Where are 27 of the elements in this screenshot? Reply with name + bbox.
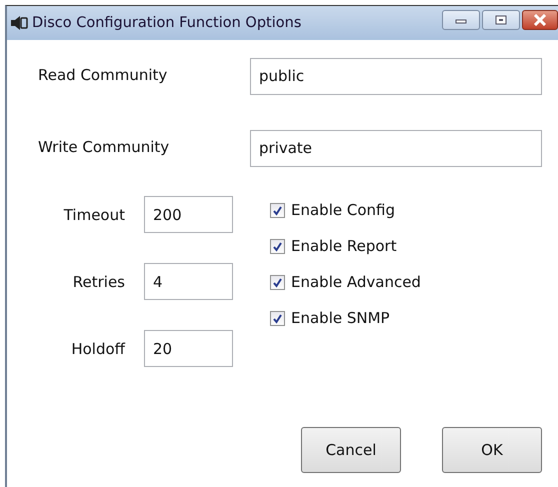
checkbox-label: Enable Advanced xyxy=(291,273,421,291)
window-title: Disco Configuration Function Options xyxy=(32,15,302,31)
input-field[interactable]: public xyxy=(250,58,542,94)
input-field[interactable]: 20 xyxy=(144,330,233,367)
input-field[interactable]: 4 xyxy=(144,263,233,300)
checkbox[interactable] xyxy=(270,274,285,290)
close-icon xyxy=(533,14,547,26)
field-label: Retries xyxy=(72,272,125,290)
dialog-button[interactable]: OK xyxy=(442,427,542,473)
checkbox-label: Enable Config xyxy=(291,201,395,219)
input-field[interactable]: 200 xyxy=(144,196,233,233)
dialog-button[interactable]: Cancel xyxy=(301,427,401,473)
checkbox[interactable] xyxy=(270,310,285,326)
field-label: Holdoff xyxy=(70,340,125,358)
maximize-icon xyxy=(495,15,507,25)
minimize-button[interactable] xyxy=(442,10,480,30)
field-label: Read Community xyxy=(38,66,168,84)
checkbox-label: Enable SNMP xyxy=(291,309,390,327)
field-label: Timeout xyxy=(62,206,125,224)
input-field[interactable]: private xyxy=(250,130,542,166)
field-label: Write Community xyxy=(38,138,170,156)
checkbox[interactable] xyxy=(270,238,285,254)
close-button[interactable] xyxy=(522,10,558,30)
checkbox[interactable] xyxy=(270,202,285,218)
speaker-icon xyxy=(10,15,28,31)
maximize-button[interactable] xyxy=(482,10,520,30)
checkbox-label: Enable Report xyxy=(291,237,397,255)
